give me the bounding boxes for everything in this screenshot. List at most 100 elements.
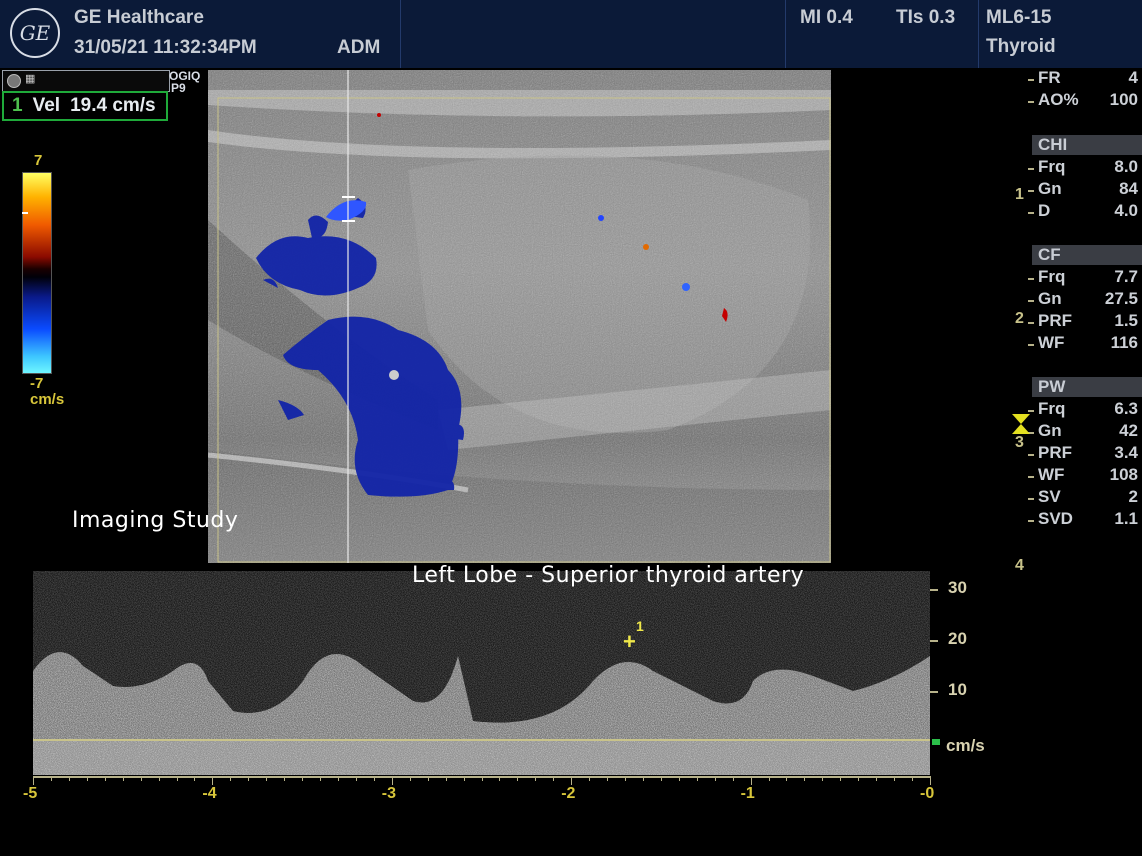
param-key: SVD (1038, 509, 1073, 528)
time-tick (535, 776, 537, 781)
time-tick (266, 776, 268, 781)
param-value: 2 (1128, 487, 1138, 506)
time-tick (607, 776, 609, 781)
param-key: PRF (1038, 311, 1072, 330)
velocity-tick (930, 589, 938, 591)
param-key: Frq (1038, 399, 1066, 418)
brand-label: GE Healthcare (74, 7, 204, 28)
param-row-gn: Gn 84 (1038, 179, 1138, 199)
time-tick (122, 776, 124, 781)
depth-tick (1028, 79, 1034, 81)
study-annotation: Imaging Study (72, 508, 239, 533)
velocity-tick-label: 20 (948, 629, 967, 648)
depth-tick (1028, 344, 1034, 346)
color-velocity-scale (22, 172, 52, 374)
depth-tick (1028, 212, 1034, 214)
param-key: FR (1038, 68, 1061, 87)
param-row-fr: FR 4 (1038, 68, 1138, 88)
time-tick (499, 776, 501, 781)
param-value: 108 (1109, 465, 1138, 484)
velocity-tick (930, 640, 938, 642)
param-value: 8.0 (1114, 157, 1138, 176)
time-tick (894, 776, 896, 781)
colorbar-min-label: -7 (30, 375, 44, 392)
time-tick (571, 776, 573, 785)
param-value: 100 (1109, 90, 1138, 109)
panel-section-pw: PW (1032, 377, 1142, 397)
time-tick (625, 776, 627, 781)
param-value: 3.4 (1114, 443, 1138, 462)
time-tick (158, 776, 160, 781)
param-value: 4.0 (1114, 201, 1138, 220)
colorbar-max-label: 7 (34, 152, 43, 169)
depth-mark: 3 (1015, 434, 1024, 451)
time-tick (876, 776, 878, 781)
time-tick (104, 776, 106, 781)
time-tick (930, 776, 931, 785)
time-tick (463, 776, 465, 781)
time-tick (481, 776, 483, 781)
time-tick (248, 776, 250, 781)
record-dot-icon (7, 74, 21, 88)
baseline-marker-icon[interactable] (932, 739, 940, 745)
time-tick (804, 776, 806, 781)
bmode-color-image[interactable] (208, 70, 831, 563)
time-tick (696, 776, 698, 781)
param-value: 116 (1110, 333, 1138, 352)
time-tick (786, 776, 788, 781)
system-tag: OGIQ P9 (169, 69, 201, 95)
focus-marker-icon[interactable] (1012, 414, 1030, 424)
time-tick (750, 776, 752, 785)
param-key: PRF (1038, 443, 1072, 462)
time-tick (50, 776, 52, 781)
time-tick (822, 776, 824, 781)
depth-tick (1028, 168, 1034, 170)
time-tick-label: -3 (381, 785, 397, 802)
param-key: Frq (1038, 157, 1066, 176)
time-tick (33, 776, 34, 785)
param-row-svd: SVD 1.1 (1038, 509, 1138, 529)
spectral-doppler-display[interactable]: + (33, 571, 930, 775)
param-value: 1.1 (1114, 509, 1138, 528)
velocity-tick (930, 691, 938, 693)
time-tick (642, 776, 644, 781)
time-tick (732, 776, 734, 781)
time-tick (284, 776, 286, 781)
depth-tick (1028, 410, 1034, 412)
param-value: 42 (1119, 421, 1138, 440)
time-tick (768, 776, 770, 781)
param-value: 7.7 (1114, 267, 1138, 286)
param-key: Gn (1038, 289, 1062, 308)
user-label: ADM (337, 37, 381, 58)
time-tick (355, 776, 357, 781)
param-row-gn: Gn 42 (1038, 421, 1138, 441)
depth-tick (1028, 520, 1034, 522)
probe-label: ML6-15 (986, 7, 1052, 28)
param-row-frq: Frq 8.0 (1038, 157, 1138, 177)
time-tick (230, 776, 232, 781)
depth-tick (1028, 498, 1034, 500)
time-tick (912, 776, 914, 781)
param-value: 27.5 (1104, 289, 1138, 308)
depth-mark: 2 (1015, 310, 1024, 327)
param-row-prf: PRF 1.5 (1038, 311, 1138, 331)
velocity-unit-label: cm/s (946, 736, 985, 755)
depth-tick (1028, 190, 1034, 192)
time-tick (445, 776, 447, 781)
svg-text:+: + (623, 629, 636, 654)
time-tick (427, 776, 429, 781)
param-row-sv: SV 2 (1038, 487, 1138, 507)
ge-logo: GE (10, 8, 60, 58)
tis-label: TIs 0.3 (896, 7, 956, 28)
vel-index: 1 (12, 95, 23, 116)
focus-marker-icon[interactable] (1012, 424, 1030, 434)
measure-icon: ▦ (25, 73, 36, 85)
time-tick (176, 776, 178, 781)
time-tick (86, 776, 88, 781)
depth-tick (1028, 454, 1034, 456)
depth-mark: 4 (1015, 557, 1024, 574)
param-key: Frq (1038, 267, 1066, 286)
param-key: WF (1038, 333, 1065, 352)
time-tick-label: -1 (740, 785, 755, 802)
preset-label: Thyroid (986, 36, 1056, 57)
